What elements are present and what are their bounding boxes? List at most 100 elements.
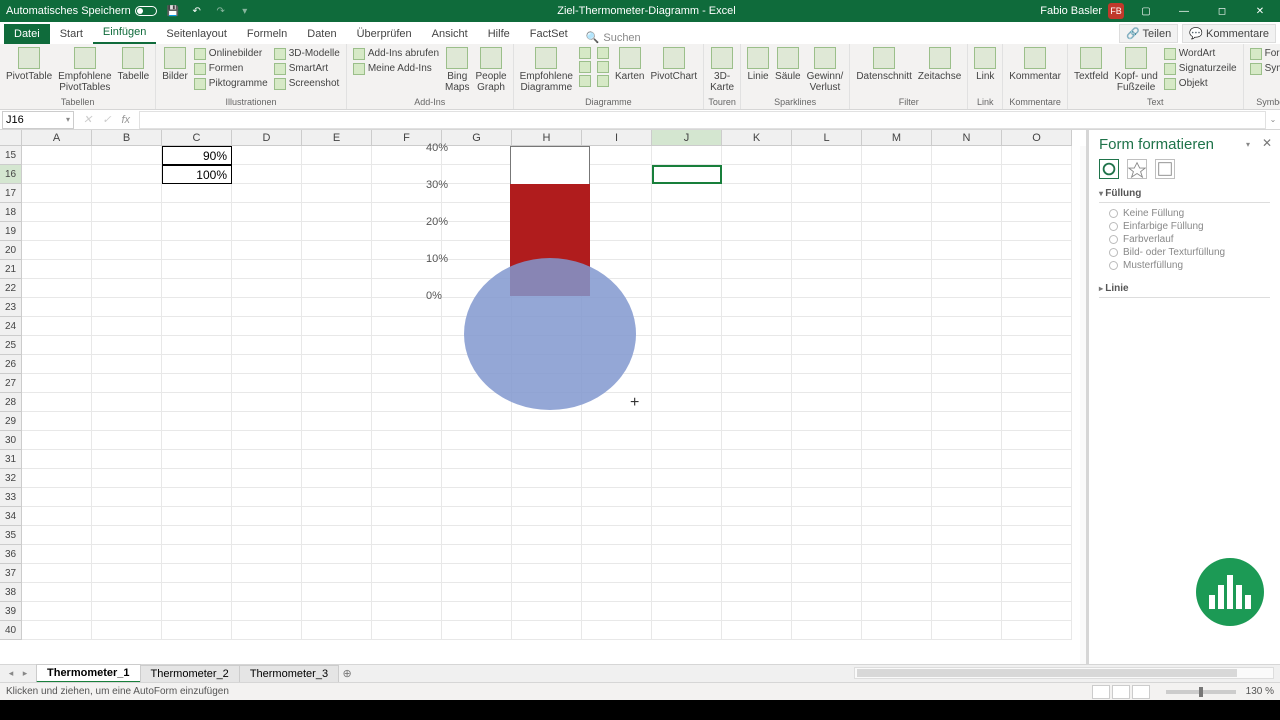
- row-header-26[interactable]: 26: [0, 355, 22, 374]
- row-header-40[interactable]: 40: [0, 621, 22, 640]
- pane-options-icon[interactable]: ▾: [1246, 140, 1250, 149]
- tab-layout[interactable]: Seitenlayout: [156, 24, 237, 44]
- row-header-16[interactable]: 16: [0, 165, 22, 184]
- sparkline-winloss-button[interactable]: Gewinn/ Verlust: [805, 45, 846, 93]
- row-header-35[interactable]: 35: [0, 526, 22, 545]
- column-header-I[interactable]: I: [582, 130, 652, 146]
- tell-me-search[interactable]: 🔍 Suchen: [586, 31, 641, 44]
- minimize-icon[interactable]: —: [1168, 0, 1200, 22]
- 3d-map-button[interactable]: 3D- Karte: [708, 45, 736, 93]
- chart-type-2[interactable]: [577, 60, 593, 74]
- sheet-tab-1[interactable]: Thermometer_1: [36, 664, 141, 683]
- smartart-button[interactable]: SmartArt: [272, 61, 342, 76]
- slicer-button[interactable]: Datenschnitt: [854, 45, 914, 82]
- select-all-corner[interactable]: [0, 130, 22, 146]
- fx-icon[interactable]: fx: [118, 114, 133, 126]
- pictures-button[interactable]: Bilder: [160, 45, 190, 82]
- name-box[interactable]: J16▾: [2, 111, 74, 129]
- row-header-18[interactable]: 18: [0, 203, 22, 222]
- object-button[interactable]: Objekt: [1162, 76, 1239, 91]
- cell-j16-selected[interactable]: [652, 165, 722, 184]
- sheet-tab-2[interactable]: Thermometer_2: [140, 665, 240, 682]
- row-header-24[interactable]: 24: [0, 317, 22, 336]
- row-header-36[interactable]: 36: [0, 545, 22, 564]
- add-sheet-button[interactable]: ⊕: [338, 667, 356, 680]
- equation-button[interactable]: Formel: [1248, 46, 1280, 61]
- fill-option-1[interactable]: Einfarbige Füllung: [1109, 220, 1270, 233]
- enter-formula-icon[interactable]: ✓: [99, 113, 114, 126]
- row-header-32[interactable]: 32: [0, 469, 22, 488]
- pane-close-icon[interactable]: ✕: [1262, 136, 1272, 150]
- row-header-19[interactable]: 19: [0, 222, 22, 241]
- row-header-17[interactable]: 17: [0, 184, 22, 203]
- sparkline-column-button[interactable]: Säule: [773, 45, 803, 82]
- bing-maps-button[interactable]: Bing Maps: [443, 45, 471, 93]
- close-icon[interactable]: ✕: [1244, 0, 1276, 22]
- header-footer-button[interactable]: Kopf- und Fußzeile: [1112, 45, 1159, 93]
- my-addins-button[interactable]: Meine Add-Ins: [351, 61, 441, 76]
- shapes-button[interactable]: Formen: [192, 61, 270, 76]
- tab-factset[interactable]: FactSet: [520, 24, 578, 44]
- maximize-icon[interactable]: ◻: [1206, 0, 1238, 22]
- column-header-M[interactable]: M: [862, 130, 932, 146]
- ribbon-display-icon[interactable]: ▢: [1130, 0, 1162, 22]
- column-header-E[interactable]: E: [302, 130, 372, 146]
- column-header-N[interactable]: N: [932, 130, 1002, 146]
- recommended-pivot-button[interactable]: Empfohlene PivotTables: [56, 45, 113, 93]
- row-header-38[interactable]: 38: [0, 583, 22, 602]
- formula-input[interactable]: [139, 111, 1266, 129]
- column-header-O[interactable]: O: [1002, 130, 1072, 146]
- row-header-27[interactable]: 27: [0, 374, 22, 393]
- redo-icon[interactable]: ↷: [213, 3, 229, 19]
- pivotchart-button[interactable]: PivotChart: [648, 45, 699, 82]
- row-header-37[interactable]: 37: [0, 564, 22, 583]
- chart-type-4[interactable]: [595, 46, 611, 60]
- horizontal-scrollbar[interactable]: [854, 667, 1274, 679]
- view-pagebreak-button[interactable]: [1132, 685, 1150, 699]
- column-header-K[interactable]: K: [722, 130, 792, 146]
- online-pictures-button[interactable]: Onlinebilder: [192, 46, 270, 61]
- expand-formula-icon[interactable]: ⌄: [1266, 115, 1280, 124]
- people-graph-button[interactable]: People Graph: [473, 45, 508, 93]
- row-header-34[interactable]: 34: [0, 507, 22, 526]
- section-line[interactable]: Linie: [1099, 280, 1270, 298]
- zoom-slider[interactable]: [1166, 690, 1236, 694]
- timeline-button[interactable]: Zeitachse: [916, 45, 963, 82]
- column-header-H[interactable]: H: [512, 130, 582, 146]
- column-header-G[interactable]: G: [442, 130, 512, 146]
- icons-button[interactable]: Piktogramme: [192, 76, 270, 91]
- signature-button[interactable]: Signaturzeile: [1162, 61, 1239, 76]
- chart-type-1[interactable]: [577, 46, 593, 60]
- chart-type-5[interactable]: [595, 60, 611, 74]
- column-header-A[interactable]: A: [22, 130, 92, 146]
- column-header-J[interactable]: J: [652, 130, 722, 146]
- tab-review[interactable]: Überprüfen: [347, 24, 422, 44]
- column-header-B[interactable]: B: [92, 130, 162, 146]
- qat-customize-icon[interactable]: ▾: [237, 3, 253, 19]
- row-header-22[interactable]: 22: [0, 279, 22, 298]
- pane-tab-effects[interactable]: [1127, 159, 1147, 179]
- get-addins-button[interactable]: Add-Ins abrufen: [351, 46, 441, 61]
- pane-tab-fill-line[interactable]: [1099, 159, 1119, 179]
- row-header-31[interactable]: 31: [0, 450, 22, 469]
- row-header-33[interactable]: 33: [0, 488, 22, 507]
- cell-c16[interactable]: 100%: [162, 165, 232, 184]
- row-header-21[interactable]: 21: [0, 260, 22, 279]
- user-badge[interactable]: FB: [1108, 3, 1124, 19]
- textbox-button[interactable]: Textfeld: [1072, 45, 1110, 82]
- tab-formulas[interactable]: Formeln: [237, 24, 297, 44]
- tab-data[interactable]: Daten: [297, 24, 346, 44]
- tab-start[interactable]: Start: [50, 24, 93, 44]
- symbol-button[interactable]: Symbol: [1248, 61, 1280, 76]
- user-name[interactable]: Fabio Basler: [1040, 5, 1102, 17]
- column-header-L[interactable]: L: [792, 130, 862, 146]
- pane-tab-size[interactable]: [1155, 159, 1175, 179]
- maps-button[interactable]: Karten: [613, 45, 646, 82]
- sheet-tab-3[interactable]: Thermometer_3: [239, 665, 339, 682]
- recommended-charts-button[interactable]: Empfohlene Diagramme: [518, 45, 575, 93]
- tab-view[interactable]: Ansicht: [422, 24, 478, 44]
- row-header-39[interactable]: 39: [0, 602, 22, 621]
- sheet-nav-first-icon[interactable]: ◂: [4, 668, 18, 679]
- section-fill[interactable]: Füllung: [1099, 185, 1270, 203]
- zoom-value[interactable]: 130 %: [1246, 686, 1274, 697]
